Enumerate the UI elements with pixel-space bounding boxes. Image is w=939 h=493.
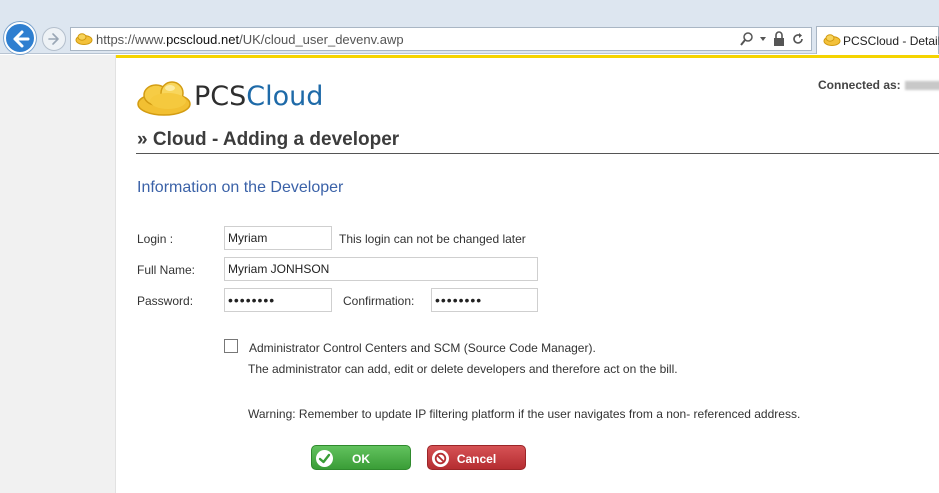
tab-favicon-icon [823, 34, 841, 46]
confirmation-label: Confirmation: [343, 294, 415, 308]
url-host: pcscloud.net [166, 32, 240, 47]
page-title: » Cloud - Adding a developer [137, 129, 400, 150]
url-text[interactable]: https://www.pcscloud.net/UK/cloud_user_d… [96, 32, 404, 47]
cancel-button-label: Cancel [456, 452, 497, 466]
forward-arrow-icon [48, 33, 59, 45]
password-label: Password: [137, 294, 194, 308]
admin-checkbox-label: Administrator Control Centers and SCM (S… [249, 341, 596, 355]
lock-icon[interactable] [772, 31, 786, 47]
logo-text: PCSCloud [194, 81, 324, 112]
browser-chrome: https://www.pcscloud.net/UK/cloud_user_d… [0, 0, 939, 54]
cancel-button[interactable]: Cancel [427, 445, 526, 470]
login-label: Login : [137, 232, 174, 246]
redacted-username [904, 81, 939, 91]
ok-button-label: OK [352, 452, 370, 466]
url-path: /UK/cloud_user_devenv.awp [239, 32, 404, 47]
dropdown-arrow-icon[interactable] [759, 31, 767, 47]
confirmation-field[interactable] [431, 288, 538, 312]
page-content: PCSCloud Connected as: » Cloud - Adding … [116, 55, 939, 493]
warning-text: Warning: Remember to update IP filtering… [248, 407, 801, 421]
fullname-field[interactable] [224, 257, 538, 281]
section-title: Information on the Developer [137, 179, 344, 196]
password-field[interactable] [224, 288, 332, 312]
pcscloud-logo-icon [137, 81, 191, 116]
tab-title: PCSCloud - Detail [843, 34, 939, 48]
search-icon[interactable] [740, 31, 754, 47]
connected-as-label: Connected as: [818, 78, 939, 92]
login-field[interactable] [224, 226, 332, 250]
refresh-icon[interactable] [791, 31, 805, 47]
back-arrow-icon [13, 30, 30, 48]
title-divider [136, 153, 939, 154]
browser-tab[interactable]: PCSCloud - Detail [816, 26, 939, 54]
page-left-margin [0, 55, 116, 493]
admin-description: The administrator can add, edit or delet… [248, 362, 678, 376]
site-favicon-icon [75, 33, 93, 45]
admin-checkbox[interactable] [224, 339, 238, 353]
address-bar[interactable]: https://www.pcscloud.net/UK/cloud_user_d… [70, 27, 812, 51]
login-note: This login can not be changed later [339, 232, 526, 246]
accent-line [116, 55, 939, 58]
forward-button[interactable] [42, 27, 66, 51]
ok-button[interactable]: OK [311, 445, 411, 470]
fullname-label: Full Name: [137, 263, 196, 277]
back-button[interactable] [4, 22, 36, 54]
